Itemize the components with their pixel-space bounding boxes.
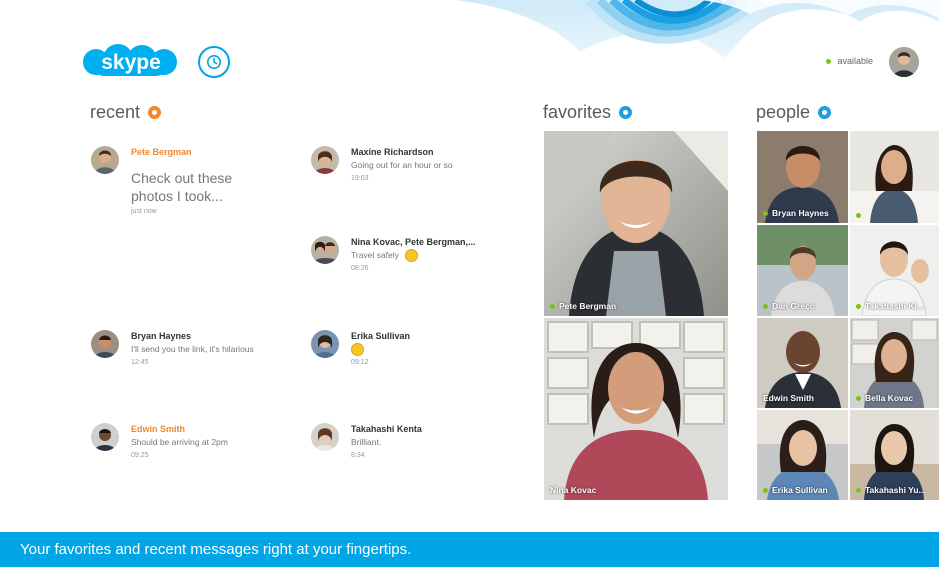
presence-status[interactable]: available	[826, 56, 873, 66]
contact-name-label: Pete Bergman	[550, 301, 616, 311]
contact-photo	[544, 131, 728, 316]
call-button[interactable]	[198, 46, 230, 78]
recent-item-pete-bergman[interactable]: Pete Bergman Check out these photos I to…	[91, 146, 291, 217]
message-preview-row: Travel safely	[351, 249, 476, 263]
recent-item-takahashi-kenta[interactable]: Takahashi Kenta Brilliant. 8:34	[311, 423, 511, 461]
phone-icon	[207, 55, 221, 69]
message-time: 09:12	[351, 359, 369, 367]
people-tile-takahashi-yu[interactable]: Takahashi Yu...	[850, 410, 939, 500]
message-time: 12:45	[131, 359, 149, 366]
presence-dot-icon	[856, 213, 861, 218]
contact-name-label: Nina Kovac	[550, 485, 597, 495]
avatar	[91, 146, 119, 174]
contact-photo	[850, 131, 939, 223]
sender-name: Bryan Haynes	[131, 331, 192, 341]
message-preview: I'll send you the link, it's hilarious	[131, 344, 254, 354]
skype-app-window: skype available recent favorites people	[0, 0, 939, 567]
contact-name-label: Bryan Haynes	[763, 208, 829, 218]
people-tile-bella-kovac[interactable]: Bella Kovac	[850, 318, 939, 408]
presence-dot-icon	[763, 303, 768, 309]
sender-name: Nina Kovac, Pete Bergman,...	[351, 237, 476, 247]
sender-name: Pete Bergman	[131, 147, 192, 157]
people-tile-bryan-haynes[interactable]: Bryan Haynes	[757, 131, 848, 223]
sender-name: Takahashi Kenta	[351, 424, 422, 434]
caption-banner: Your favorites and recent messages right…	[0, 532, 939, 567]
recent-title: recent	[90, 102, 141, 122]
contact-photo	[544, 318, 728, 500]
favorites-title: favorites	[543, 102, 612, 122]
favorite-tile-pete-bergman[interactable]: Pete Bergman	[544, 131, 728, 316]
caption-text: Your favorites and recent messages right…	[20, 541, 412, 558]
message-time: 09:25	[131, 452, 149, 459]
contact-name-label: Takahashi Ki...	[856, 301, 924, 311]
favorites-section-header[interactable]: favorites	[543, 102, 633, 123]
recent-item-maxine-richardson[interactable]: Maxine Richardson Going out for an hour …	[311, 146, 511, 184]
message-preview: Check out these photos I took...	[131, 170, 233, 204]
svg-text:skype: skype	[101, 51, 161, 74]
smiley-emoji-icon	[405, 249, 419, 263]
recent-item-bryan-haynes[interactable]: Bryan Haynes I'll send you the link, it'…	[91, 330, 291, 368]
people-tile-edwin-smith[interactable]: Edwin Smith	[757, 318, 848, 408]
skype-logo: skype	[83, 44, 177, 76]
avatar	[311, 236, 339, 264]
contact-name-label: Takahashi Yu...	[856, 485, 926, 495]
favorite-tile-nina-kovac[interactable]: Nina Kovac	[544, 318, 728, 500]
recent-item-edwin-smith[interactable]: Edwin Smith Should be arriving at 2pm 09…	[91, 423, 291, 461]
recent-item-erika-sullivan[interactable]: Erika Sullivan 09:12	[311, 330, 511, 368]
message-preview: Should be arriving at 2pm	[131, 437, 228, 447]
contact-name-label	[856, 213, 865, 218]
message-preview: Brilliant.	[351, 437, 382, 447]
presence-dot-icon	[856, 487, 861, 493]
person-avatar-icon	[889, 47, 919, 77]
my-avatar[interactable]	[889, 47, 919, 77]
people-tile-dan-greco[interactable]: Dan Greco	[757, 225, 848, 316]
contact-name-label: Erika Sullivan	[763, 485, 828, 495]
presence-dot-icon	[856, 395, 861, 401]
message-preview: Travel safely	[351, 250, 399, 260]
presence-dot-icon	[826, 58, 832, 64]
people-tile-2[interactable]	[850, 131, 939, 223]
presence-dot-icon	[550, 303, 555, 309]
people-tile-erika-sullivan[interactable]: Erika Sullivan	[757, 410, 848, 500]
people-section-header[interactable]: people	[756, 102, 832, 123]
sender-name: Erika Sullivan	[351, 331, 411, 341]
contact-name-label: Bella Kovac	[856, 393, 913, 403]
presence-status-label: available	[837, 56, 873, 66]
message-time: 8:34	[351, 452, 365, 459]
avatar	[311, 146, 339, 174]
recent-section-header[interactable]: recent	[90, 102, 162, 123]
people-tile-takahashi-ki[interactable]: Takahashi Ki...	[850, 225, 939, 316]
message-time: 19:03	[351, 175, 369, 182]
avatar	[91, 330, 119, 358]
orange-dot-icon	[148, 106, 162, 119]
sender-name: Edwin Smith	[131, 424, 185, 434]
recent-item-nina-kovac-group[interactable]: Nina Kovac, Pete Bergman,... Travel safe…	[311, 236, 521, 274]
message-time: 08:26	[351, 265, 369, 273]
presence-dot-icon	[763, 210, 768, 216]
avatar	[311, 423, 339, 451]
smiley-emoji-icon	[351, 343, 364, 357]
people-title: people	[756, 102, 811, 122]
avatar	[311, 330, 339, 358]
sender-name: Maxine Richardson	[351, 147, 434, 157]
presence-dot-icon	[763, 487, 768, 493]
message-preview: Going out for an hour or so	[351, 160, 453, 170]
blue-dot-icon	[818, 106, 832, 119]
presence-dot-icon	[856, 303, 861, 309]
message-preview-row	[351, 343, 410, 357]
avatar	[91, 423, 119, 451]
contact-name-label: Edwin Smith	[763, 393, 814, 403]
blue-dot-icon	[619, 106, 633, 119]
message-time: just now	[131, 208, 157, 215]
contact-name-label: Dan Greco	[763, 301, 815, 311]
